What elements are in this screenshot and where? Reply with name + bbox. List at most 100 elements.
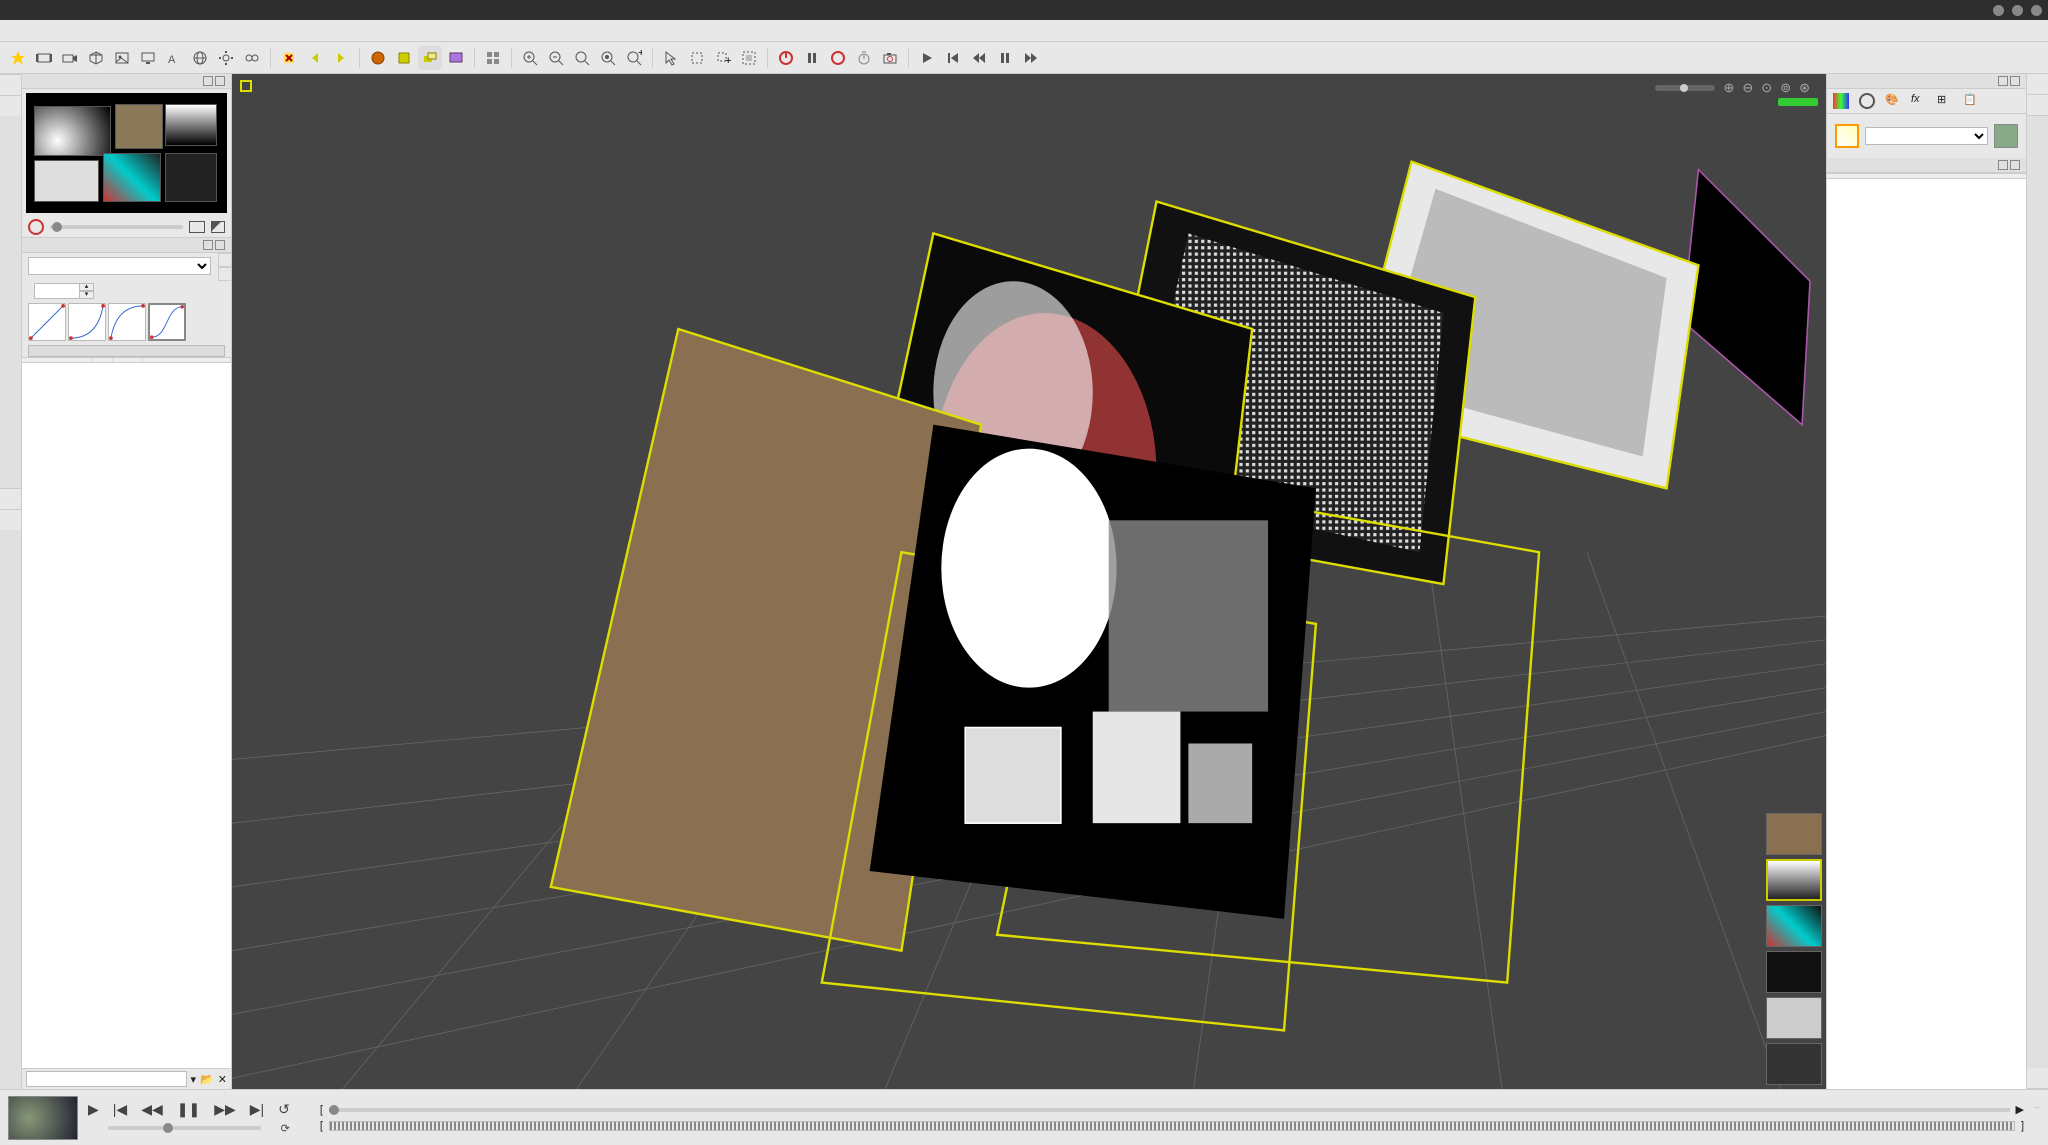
camera-source-icon[interactable]	[58, 46, 82, 70]
transition-select[interactable]	[28, 257, 211, 275]
link-source-icon[interactable]	[240, 46, 264, 70]
record-icon[interactable]	[826, 46, 850, 70]
next-icon[interactable]	[329, 46, 353, 70]
session-tab-auto[interactable]	[218, 253, 232, 267]
layer-thumb[interactable]	[1766, 951, 1822, 993]
property-table[interactable]	[1827, 173, 2026, 1089]
maximize-button[interactable]	[2012, 5, 2023, 16]
undock-cs-icon[interactable]	[1998, 160, 2008, 170]
col-wh[interactable]	[112, 358, 142, 363]
open-folder-icon[interactable]: 📂	[200, 1073, 214, 1086]
cursor-icon[interactable]	[659, 46, 683, 70]
curve-ease-in[interactable]	[68, 303, 106, 341]
close-session-icon[interactable]	[215, 240, 225, 250]
play-mark-icon[interactable]: ▶	[2016, 1103, 2024, 1116]
mark-in-icon[interactable]: [	[320, 1104, 323, 1116]
curve-ease-in-out[interactable]	[148, 303, 186, 341]
close-panel-icon[interactable]	[215, 76, 225, 86]
mix-swatch-icon[interactable]	[1833, 93, 1849, 109]
tp-rewind-icon[interactable]: ◀◀	[141, 1101, 163, 1118]
layer-thumb[interactable]	[1766, 859, 1822, 901]
close-button[interactable]	[2031, 5, 2042, 16]
tp-skip-fwd-icon[interactable]: ▶|	[250, 1101, 264, 1118]
undock-icon[interactable]	[203, 76, 213, 86]
col-value[interactable]	[1927, 174, 2027, 179]
col-filename[interactable]	[22, 358, 92, 363]
minimize-button[interactable]	[1993, 5, 2004, 16]
tp-skip-back-icon[interactable]: |◀	[113, 1101, 127, 1118]
close-cs-icon[interactable]	[2010, 160, 2020, 170]
main-viewport[interactable]: ⊕ ⊖ ⊙ ⊚ ⊛	[232, 74, 1826, 1089]
mark-end-icon[interactable]: ]	[2021, 1120, 2024, 1132]
tp-loop-icon[interactable]: ↺	[278, 1101, 290, 1118]
mix-tree-icon[interactable]: ⊞	[1937, 93, 1953, 109]
prev-icon[interactable]	[303, 46, 327, 70]
tab-bloc-note[interactable]	[0, 509, 21, 530]
spin-down-icon[interactable]: ▾	[79, 291, 94, 299]
spin-up-icon[interactable]: ▴	[79, 283, 94, 291]
record-power-icon[interactable]	[774, 46, 798, 70]
tp-pause-icon[interactable]: ❚❚	[177, 1101, 200, 1118]
layer-thumb[interactable]	[1766, 905, 1822, 947]
zoom-in-icon[interactable]	[518, 46, 542, 70]
blend-mode-select[interactable]	[1865, 127, 1988, 145]
web-source-icon[interactable]	[188, 46, 212, 70]
text-source-icon[interactable]: A	[162, 46, 186, 70]
aspect-icon[interactable]	[189, 221, 205, 233]
preview-power-icon[interactable]	[28, 219, 44, 235]
zoom-reset-icon[interactable]	[596, 46, 620, 70]
image-source-icon[interactable]	[110, 46, 134, 70]
tab-layout[interactable]	[2027, 95, 2048, 116]
pause-all-icon[interactable]	[993, 46, 1017, 70]
blend-image-swatch[interactable]	[1994, 124, 2018, 148]
layer-thumb[interactable]	[1766, 813, 1822, 855]
gear-source-icon[interactable]	[214, 46, 238, 70]
duration-input[interactable]	[34, 283, 79, 299]
layers-3d-view[interactable]	[232, 74, 1826, 1089]
mix-loop-icon[interactable]	[1859, 93, 1875, 109]
session-file-list[interactable]	[22, 357, 231, 1068]
reset-speed-icon[interactable]: ⟳	[281, 1122, 290, 1135]
screen-source-icon[interactable]	[136, 46, 160, 70]
tab-cursor[interactable]	[0, 95, 21, 116]
view-geometry-icon[interactable]	[392, 46, 416, 70]
blend-preview-swatch[interactable]	[1835, 124, 1859, 148]
delete-icon[interactable]	[277, 46, 301, 70]
tab-co[interactable]	[2027, 1068, 2048, 1089]
mix-color-icon[interactable]: 🎨	[1885, 93, 1901, 109]
preview-fade-slider[interactable]	[50, 225, 183, 229]
fullscreen-icon[interactable]	[211, 221, 225, 233]
tab-preview[interactable]	[0, 74, 21, 95]
snapshot-icon[interactable]	[878, 46, 902, 70]
session-tab-manual[interactable]	[218, 267, 232, 281]
play-icon[interactable]	[915, 46, 939, 70]
curve-linear[interactable]	[28, 303, 66, 341]
select-rect-icon[interactable]	[685, 46, 709, 70]
col-property[interactable]	[1827, 174, 1927, 179]
curve-scrollbar[interactable]	[28, 345, 225, 357]
col-n[interactable]	[92, 358, 112, 363]
cube-source-icon[interactable]	[84, 46, 108, 70]
record-pause-icon[interactable]	[800, 46, 824, 70]
undock-session-icon[interactable]	[203, 240, 213, 250]
zoom-fit-icon[interactable]	[570, 46, 594, 70]
range-bar[interactable]	[329, 1121, 2015, 1131]
tp-forward-icon[interactable]: ▶▶	[214, 1101, 236, 1118]
tab-session-switcher[interactable]	[0, 488, 21, 509]
grid-icon[interactable]	[481, 46, 505, 70]
step-back-icon[interactable]	[941, 46, 965, 70]
tp-play-icon[interactable]: ▶	[88, 1101, 99, 1118]
record-timer-icon[interactable]	[852, 46, 876, 70]
zoom-out-icon[interactable]	[544, 46, 568, 70]
new-source-icon[interactable]	[6, 46, 30, 70]
view-layers-icon[interactable]	[418, 46, 442, 70]
layer-thumb[interactable]	[1766, 1043, 1822, 1085]
forward-icon[interactable]	[1019, 46, 1043, 70]
speed-slider[interactable]	[108, 1126, 261, 1130]
mix-clipboard-icon[interactable]: 📋	[1963, 93, 1979, 109]
zoom-sel-icon[interactable]: +	[622, 46, 646, 70]
view-rendering-icon[interactable]	[444, 46, 468, 70]
col-modified[interactable]	[142, 358, 231, 363]
select-add-icon[interactable]: +	[711, 46, 735, 70]
tab-mixing[interactable]	[2027, 74, 2048, 95]
